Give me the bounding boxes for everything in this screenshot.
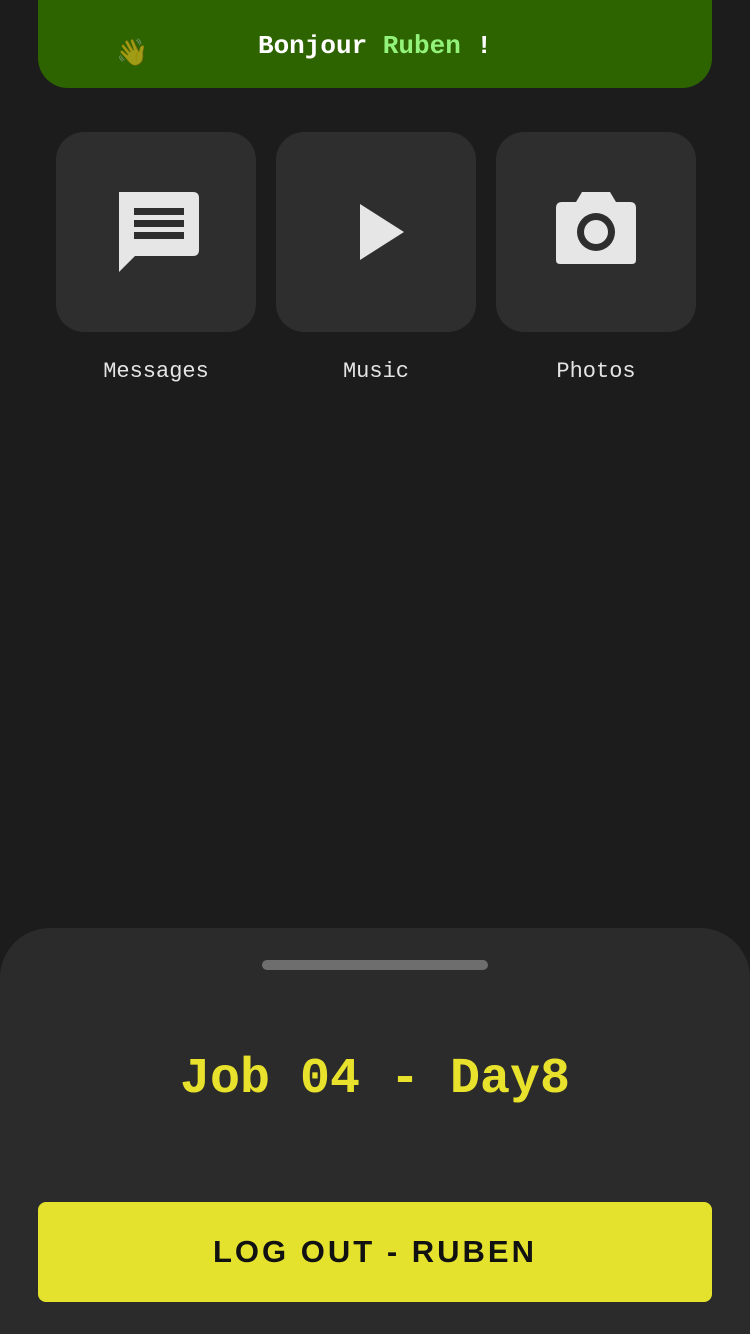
app-tile-photos[interactable]	[496, 132, 696, 332]
logout-button[interactable]: LOG OUT - RUBEN	[38, 1202, 712, 1302]
app-tile-music[interactable]	[276, 132, 476, 332]
greeting-user-name: Ruben	[382, 31, 461, 61]
app-label-messages[interactable]: Messages	[56, 358, 256, 386]
greeting-prefix: Bonjour	[257, 31, 383, 61]
app-label-photos[interactable]: Photos	[496, 358, 696, 386]
greeting-suffix: !	[460, 31, 493, 61]
sheet-drag-handle[interactable]	[262, 960, 488, 970]
camera-icon	[556, 192, 636, 264]
greeting-text: Bonjour Ruben !	[38, 30, 712, 62]
chat-message-icon	[119, 192, 199, 272]
play-icon	[360, 204, 404, 260]
home-screen: 👋 Bonjour Ruben ! Messages Music Photos …	[0, 0, 750, 1334]
greeting-banner: 👋 Bonjour Ruben !	[38, 0, 712, 88]
app-label-music[interactable]: Music	[276, 358, 476, 386]
bottom-sheet: Job 04 - Day8 LOG OUT - RUBEN	[0, 928, 750, 1334]
app-tile-messages[interactable]	[56, 132, 256, 332]
sheet-title: Job 04 - Day8	[179, 1051, 571, 1108]
